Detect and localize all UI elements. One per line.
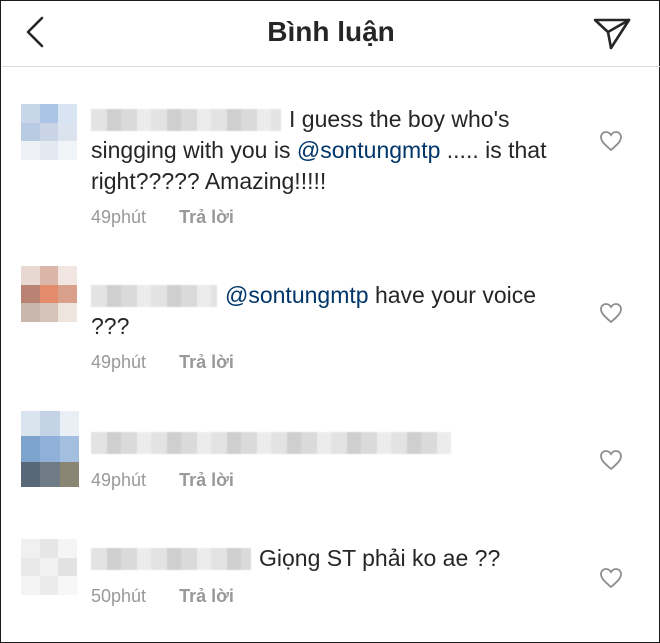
comment-meta: 49phút Trả lời xyxy=(91,207,561,228)
reply-button[interactable]: Trả lời xyxy=(179,352,234,373)
comment-item: Giọng ST phải ko ae ?? 50phút Trả lời xyxy=(1,539,659,629)
like-button[interactable] xyxy=(599,449,623,471)
avatar[interactable] xyxy=(21,266,77,322)
heart-icon xyxy=(600,568,622,589)
heart-icon xyxy=(600,303,622,324)
screen-frame: Bình luận I guess the boy who's singging… xyxy=(0,0,660,643)
comment-text: Giọng ST phải ko ae ?? xyxy=(91,543,561,574)
comment-text: I guess the boy who's singging with you … xyxy=(91,106,547,194)
header: Bình luận xyxy=(2,2,660,67)
blurred-username xyxy=(91,548,251,570)
avatar[interactable] xyxy=(21,411,79,487)
comment-body: I guess the boy who's singging with you … xyxy=(91,104,561,228)
comment-time: 50phút xyxy=(91,586,147,606)
reply-button[interactable]: Trả lời xyxy=(179,207,234,228)
reply-button[interactable]: Trả lời xyxy=(179,586,234,607)
page-title: Bình luận xyxy=(267,16,395,47)
comment-item: I guess the boy who's singging with you … xyxy=(1,104,659,234)
comment-meta: 49phút Trả lời xyxy=(91,352,561,373)
comment-item: @sontungmtp have your voice ??? 49phút T… xyxy=(1,266,659,376)
reply-button[interactable]: Trả lời xyxy=(179,470,234,491)
blurred-comment-text xyxy=(91,432,451,454)
comment-body: @sontungmtp have your voice ??? 49phút T… xyxy=(91,280,561,373)
avatar[interactable] xyxy=(21,539,77,595)
send-button[interactable] xyxy=(592,12,632,52)
comment-time: 49phút xyxy=(91,352,147,372)
comment-time: 49phút xyxy=(91,207,147,227)
comment-item: 49phút Trả lời xyxy=(1,411,659,501)
comment-text xyxy=(91,427,561,458)
paper-plane-icon xyxy=(593,18,631,50)
comment-time: 49phút xyxy=(91,470,147,490)
heart-icon xyxy=(600,131,622,152)
comment-text: @sontungmtp have your voice ??? xyxy=(91,282,537,339)
heart-icon xyxy=(600,450,622,471)
like-button[interactable] xyxy=(599,567,623,589)
mention-link[interactable]: @sontungmtp xyxy=(225,282,369,308)
comment-body: Giọng ST phải ko ae ?? 50phút Trả lời xyxy=(91,543,561,607)
avatar[interactable] xyxy=(21,104,77,160)
comment-meta: 50phút Trả lời xyxy=(91,586,561,607)
mention-link[interactable]: @sontungmtp xyxy=(297,137,441,163)
comment-body: 49phút Trả lời xyxy=(91,427,561,491)
like-button[interactable] xyxy=(599,130,623,152)
blurred-username xyxy=(91,285,217,307)
comment-meta: 49phút Trả lời xyxy=(91,470,561,491)
like-button[interactable] xyxy=(599,302,623,324)
blurred-username xyxy=(91,109,281,131)
